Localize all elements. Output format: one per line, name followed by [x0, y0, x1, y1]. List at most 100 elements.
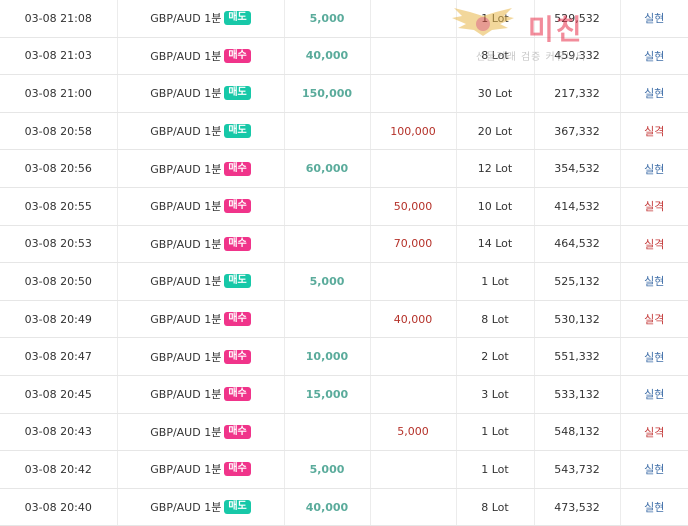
trade-symbol-cell: GBP/AUD 1분 매수	[117, 375, 285, 414]
trade-symbol-cell: GBP/AUD 1분 매도	[117, 262, 285, 301]
balance: 551,332	[534, 337, 621, 376]
loss-amount: 50,000	[370, 187, 457, 226]
table-row: 03-08 20:47 GBP/AUD 1분 매수 10,000 2 Lot 5…	[0, 337, 688, 376]
balance: 473,532	[534, 488, 621, 526]
lot-size: 1 Lot	[456, 262, 535, 301]
result-status: 실격	[620, 187, 688, 226]
buy-badge: 매수	[224, 236, 251, 251]
trade-time-text: 03-08 20:56	[24, 162, 92, 176]
result-status: 실현	[620, 375, 688, 414]
trade-symbol: GBP/AUD 1분	[150, 125, 222, 139]
balance: 533,132	[534, 375, 621, 414]
profit-amount: 5,000	[284, 262, 371, 301]
trade-symbol-cell: GBP/AUD 1분 매도	[117, 0, 285, 38]
trade-symbol-cell: GBP/AUD 1분 매수	[117, 225, 285, 264]
trade-time: 03-08 20:53	[0, 225, 118, 264]
lot-size: 1 Lot	[456, 0, 535, 38]
trade-symbol: GBP/AUD 1분	[150, 463, 222, 477]
trade-symbol-cell: GBP/AUD 1분 매도	[117, 112, 285, 151]
profit-amount: 40,000	[284, 37, 371, 76]
buy-badge: 매수	[224, 349, 251, 364]
trade-time-text: 03-08 20:42	[24, 462, 92, 476]
loss-amount	[370, 74, 457, 113]
trade-history-table: 03-08 21:08 GBP/AUD 1분 매도 5,000 1 Lot 52…	[0, 0, 688, 526]
lot-size: 1 Lot	[456, 450, 535, 489]
trade-time-text: 03-08 21:00	[24, 86, 92, 100]
loss-amount	[370, 337, 457, 376]
lot-size: 30 Lot	[456, 74, 535, 113]
table-row: 03-08 20:58 GBP/AUD 1분 매도 100,000 20 Lot…	[0, 112, 688, 151]
table-row: 03-08 21:00 GBP/AUD 1분 매도 150,000 30 Lot…	[0, 74, 688, 113]
lot-size: 10 Lot	[456, 187, 535, 226]
trade-symbol-cell: GBP/AUD 1분 매수	[117, 187, 285, 226]
loss-amount	[370, 37, 457, 76]
trade-symbol: GBP/AUD 1분	[150, 275, 222, 289]
trade-symbol-cell: GBP/AUD 1분 매도	[117, 74, 285, 113]
trade-symbol: GBP/AUD 1분	[150, 12, 222, 26]
table-row: 03-08 21:03 GBP/AUD 1분 매수 40,000 8 Lot 4…	[0, 37, 688, 76]
trade-time-text: 03-08 20:47	[24, 350, 92, 364]
result-status: 실격	[620, 225, 688, 264]
balance: 367,332	[534, 112, 621, 151]
balance: 529,532	[534, 0, 621, 38]
table-row: 03-08 20:49 GBP/AUD 1분 매수 40,000 8 Lot 5…	[0, 300, 688, 339]
trade-time-text: 03-08 20:53	[24, 237, 92, 251]
profit-amount	[284, 225, 371, 264]
lot-size: 8 Lot	[456, 300, 535, 339]
profit-amount: 60,000	[284, 149, 371, 188]
profit-amount	[284, 112, 371, 151]
trade-time: 03-08 20:56	[0, 149, 118, 188]
trade-symbol: GBP/AUD 1분	[150, 313, 222, 327]
trade-time: 03-08 20:55	[0, 187, 118, 226]
lot-size: 12 Lot	[456, 149, 535, 188]
table-row: 03-08 20:50 GBP/AUD 1분 매도 5,000 1 Lot 52…	[0, 262, 688, 301]
buy-badge: 매수	[224, 48, 251, 63]
trade-time: 03-08 20:58	[0, 112, 118, 151]
balance: 525,132	[534, 262, 621, 301]
balance: 459,332	[534, 37, 621, 76]
buy-badge: 매수	[224, 312, 251, 327]
trade-time-text: 03-08 20:55	[24, 199, 92, 213]
trade-symbol: GBP/AUD 1분	[150, 87, 222, 101]
profit-amount: 15,000	[284, 375, 371, 414]
result-status: 실현	[620, 488, 688, 526]
loss-amount: 40,000	[370, 300, 457, 339]
trade-symbol-cell: GBP/AUD 1분 매수	[117, 337, 285, 376]
trade-symbol: GBP/AUD 1분	[150, 237, 222, 251]
loss-amount	[370, 488, 457, 526]
table-row: 03-08 20:53 GBP/AUD 1분 매수 70,000 14 Lot …	[0, 225, 688, 264]
lot-size: 3 Lot	[456, 375, 535, 414]
sell-badge: 매도	[224, 274, 251, 289]
trade-time: 03-08 20:49	[0, 300, 118, 339]
trade-time: 03-08 21:00	[0, 74, 118, 113]
result-status: 실격	[620, 300, 688, 339]
lot-size: 1 Lot	[456, 413, 535, 452]
trade-time-text: 03-08 20:45	[24, 387, 92, 401]
balance: 530,132	[534, 300, 621, 339]
lot-size: 20 Lot	[456, 112, 535, 151]
result-status: 실격	[620, 413, 688, 452]
trade-time: 03-08 20:42	[0, 450, 118, 489]
result-status: 실현	[620, 0, 688, 38]
trade-symbol: GBP/AUD 1분	[150, 162, 222, 176]
profit-amount: 5,000	[284, 450, 371, 489]
trade-time: 03-08 20:40	[0, 488, 118, 526]
balance: 354,532	[534, 149, 621, 188]
trade-time-text: 03-08 21:08	[24, 11, 92, 25]
trade-symbol: GBP/AUD 1분	[150, 425, 222, 439]
trade-time-text: 03-08 20:58	[24, 124, 92, 138]
trade-symbol-cell: GBP/AUD 1분 매수	[117, 450, 285, 489]
loss-amount	[370, 149, 457, 188]
result-status: 실현	[620, 149, 688, 188]
table-row: 03-08 20:45 GBP/AUD 1분 매수 15,000 3 Lot 5…	[0, 375, 688, 414]
sell-badge: 매도	[224, 86, 251, 101]
trade-time: 03-08 21:08	[0, 0, 118, 38]
buy-badge: 매수	[224, 161, 251, 176]
buy-badge: 매수	[224, 387, 251, 402]
result-status: 실현	[620, 262, 688, 301]
loss-amount	[370, 450, 457, 489]
balance: 414,532	[534, 187, 621, 226]
sell-badge: 매도	[224, 500, 251, 515]
buy-badge: 매수	[224, 199, 251, 214]
result-status: 실현	[620, 74, 688, 113]
